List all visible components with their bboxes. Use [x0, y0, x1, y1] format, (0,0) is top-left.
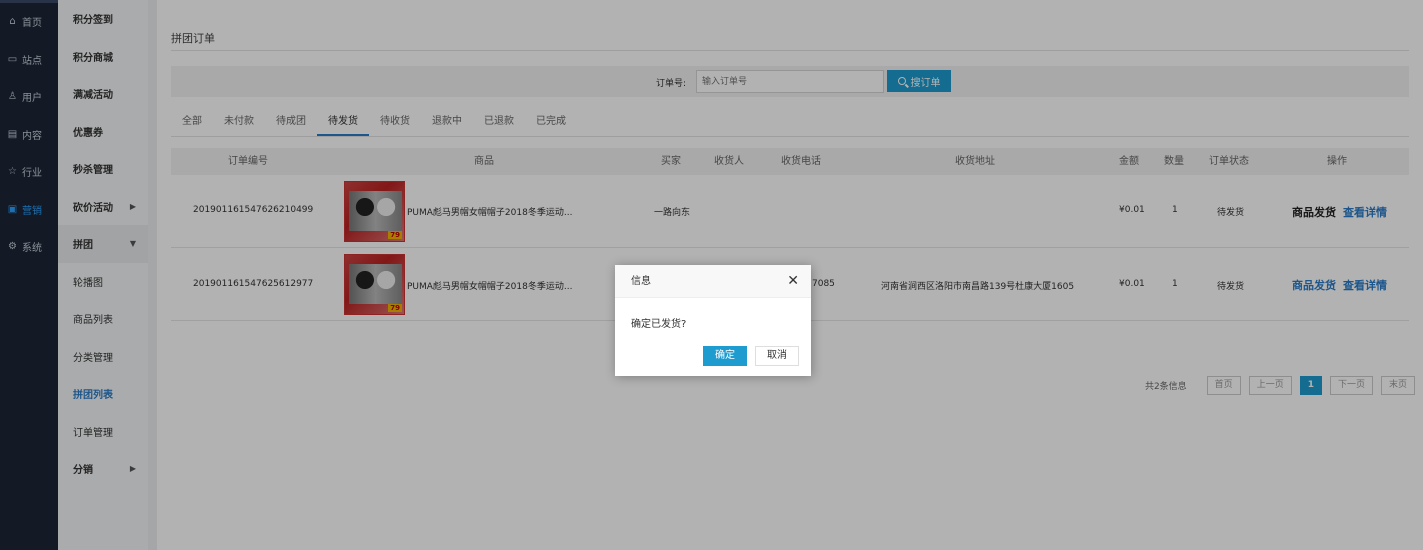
confirm-button[interactable]: 确定 [703, 346, 747, 366]
confirm-dialog: 信息 ✕ 确定已发货? 确定 取消 [615, 265, 811, 376]
dialog-title: 信息 [631, 276, 651, 287]
dialog-header: 信息 ✕ [615, 265, 811, 298]
dialog-message: 确定已发货? [631, 319, 687, 330]
close-icon[interactable]: ✕ [787, 265, 799, 298]
cancel-button[interactable]: 取消 [755, 346, 799, 366]
dialog-footer: 确定 取消 [695, 346, 799, 366]
